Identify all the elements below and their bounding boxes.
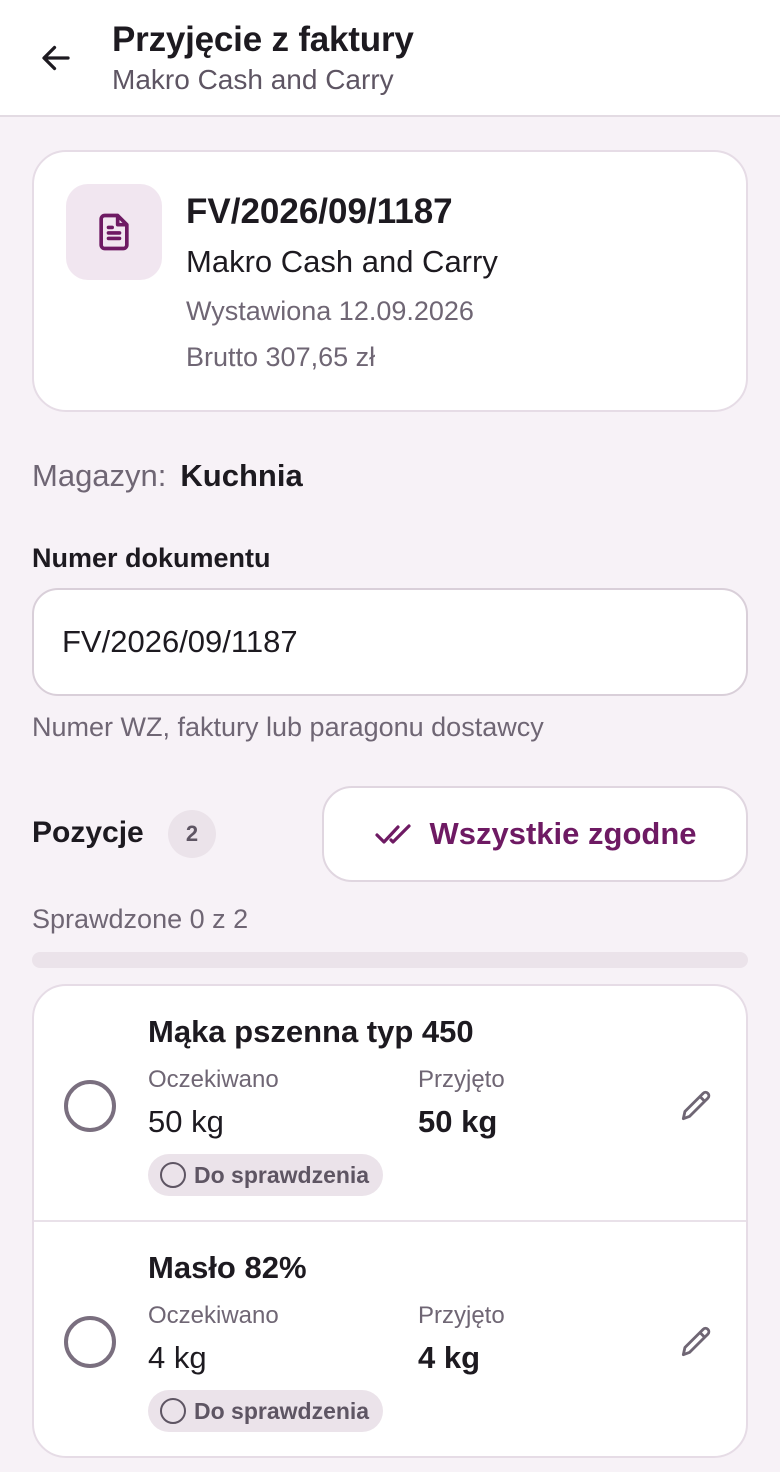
edit-item-button[interactable] [666, 1312, 726, 1372]
pencil-icon [681, 1090, 711, 1121]
status-badge: Do sprawdzenia [148, 1154, 384, 1196]
pending-circle-icon [160, 1398, 186, 1424]
item-name: Masło 82% [148, 1250, 307, 1285]
invoice-supplier: Makro Cash and Carry [186, 244, 498, 279]
page-subtitle: Makro Cash and Carry [112, 64, 394, 95]
document-icon [99, 213, 129, 251]
invoice-gross-amount: Brutto 307,65 zł [186, 342, 376, 372]
positions-list: Mąka pszenna typ 450 Oczekiwano Przyjęto… [32, 984, 748, 1458]
app-bar: Przyjęcie z faktury Makro Cash and Carry [0, 0, 780, 117]
received-label: Przyjęto [418, 1302, 505, 1329]
document-number-input[interactable] [32, 588, 748, 696]
positions-title: Pozycje [32, 816, 144, 849]
item-name: Mąka pszenna typ 450 [148, 1014, 474, 1049]
double-check-icon [374, 824, 411, 844]
received-quantity: 50 kg [418, 1104, 498, 1139]
status-label: Do sprawdzenia [194, 1161, 370, 1188]
pending-circle-icon [160, 1162, 186, 1188]
received-quantity: 4 kg [418, 1340, 481, 1375]
status-label: Do sprawdzenia [194, 1397, 370, 1424]
pencil-icon [681, 1326, 711, 1357]
mark-all-matching-label: Wszystkie zgodne [429, 816, 697, 851]
item-check-toggle[interactable] [64, 1316, 116, 1368]
warehouse-value: Kuchnia [180, 458, 303, 493]
invoice-number: FV/2026/09/1187 [186, 192, 453, 231]
item-check-toggle[interactable] [64, 1080, 116, 1132]
warehouse-label: Magazyn: [32, 458, 167, 493]
status-badge: Do sprawdzenia [148, 1390, 384, 1432]
received-label: Przyjęto [418, 1066, 505, 1093]
list-item: Masło 82% Oczekiwano Przyjęto 4 kg 4 kg … [34, 1222, 746, 1456]
document-number-label: Numer dokumentu [32, 543, 271, 573]
expected-label: Oczekiwano [148, 1302, 279, 1329]
back-button[interactable] [30, 32, 82, 84]
document-icon-tile [66, 184, 162, 280]
expected-quantity: 50 kg [148, 1104, 224, 1139]
invoice-card: FV/2026/09/1187 Makro Cash and Carry Wys… [32, 150, 748, 412]
edit-item-button[interactable] [666, 1076, 726, 1136]
checked-progress-text: Sprawdzone 0 z 2 [32, 904, 249, 934]
invoice-issue-date: Wystawiona 12.09.2026 [186, 296, 474, 326]
positions-count-badge: 2 [168, 810, 216, 858]
warehouse-row: Magazyn: Kuchnia [32, 458, 303, 494]
document-number-hint: Numer WZ, faktury lub paragonu dostawcy [32, 712, 544, 742]
arrow-left-icon [42, 45, 70, 71]
expected-label: Oczekiwano [148, 1066, 279, 1093]
list-item: Mąka pszenna typ 450 Oczekiwano Przyjęto… [34, 986, 746, 1222]
page-title: Przyjęcie z faktury [112, 20, 414, 59]
expected-quantity: 4 kg [148, 1340, 207, 1375]
mark-all-matching-button[interactable]: Wszystkie zgodne [322, 786, 748, 882]
checked-progress-bar [32, 952, 748, 968]
